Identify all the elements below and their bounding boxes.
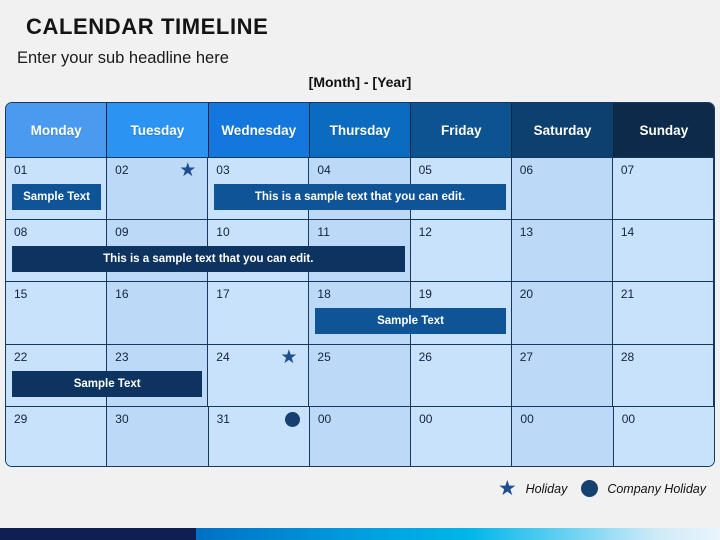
day-number: 08 [14,225,28,240]
star-icon: ★ [280,346,298,368]
day-number: 10 [216,225,230,240]
day-number: 20 [519,287,534,302]
day-cell[interactable]: 00 [512,406,614,466]
day-number: 21 [620,287,635,302]
day-cell[interactable]: 25 [309,344,411,406]
week-row: 15 16 17 18 19 20 21 Sample Text [6,281,714,344]
day-cell[interactable]: 27 [511,344,613,406]
day-number: 31 [216,411,230,426]
week-row: 22 23 24 ★ 25 26 27 28 Sample Text [6,343,714,406]
legend-item: Company Holiday [581,480,706,497]
day-number: 15 [14,287,28,302]
day-number: 28 [620,349,635,364]
day-cell[interactable]: 20 [511,282,613,344]
bottom-decorative-bar [0,528,720,540]
star-icon: ★ [179,160,197,181]
week-row: 01 02 ★ 03 04 05 06 07 Sample Text This is a samp… [6,157,714,220]
day-number: 13 [519,225,534,240]
day-cell[interactable]: 13 [511,220,613,282]
day-number: 18 [317,287,331,302]
period-label: [Month] - [Year] [308,74,412,90]
day-cell[interactable]: 14 [612,220,714,282]
calendar-grid: Monday Tuesday Wednesday Thursday Friday Satu… [5,102,715,467]
day-number: 01 [14,163,28,177]
weekday-header-monday[interactable]: Monday [6,103,108,157]
day-number: 07 [620,163,635,177]
day-number: 06 [519,163,534,177]
legend-item: ★ Holiday [498,478,568,499]
legend-label: Company Holiday [607,481,706,496]
page-title: CALENDAR TIMELINE [26,14,269,39]
day-cell[interactable]: 30 [107,406,209,466]
day-number: 19 [418,287,432,302]
star-icon: ★ [497,477,517,500]
day-number: 12 [418,225,432,240]
legend: ★ Holiday Company Holiday [498,478,706,499]
legend-label: Holiday [525,481,568,496]
day-cell[interactable]: 28 [612,344,714,406]
day-cell[interactable]: 00 [411,406,513,466]
circle-icon [581,480,599,497]
day-cell[interactable]: 29 [6,406,108,466]
weekday-header-wednesday[interactable]: Wednesday [208,103,310,157]
day-number: 00 [419,411,433,426]
day-number: 29 [14,411,28,426]
week-row: 29 30 31 00 00 00 00 [6,405,714,466]
weeks-container: 01 02 ★ 03 04 05 06 07 Sample Text This is a samp… [6,157,714,466]
day-cell[interactable]: 31 [208,406,310,466]
day-cell[interactable]: 07 [612,158,714,220]
event-bar[interactable]: Sample Text [12,370,203,397]
weekday-header-thursday[interactable]: Thursday [309,103,412,157]
day-number: 14 [620,225,635,240]
day-cell[interactable]: 12 [410,220,512,282]
day-number: 25 [317,349,331,364]
day-cell[interactable]: 26 [410,344,512,406]
event-bar[interactable]: Sample Text [315,308,506,335]
weekday-header-sunday[interactable]: Sunday [613,103,714,157]
day-number: 23 [115,349,129,364]
day-number: 09 [115,225,129,240]
day-number: 22 [14,349,28,364]
day-number: 00 [520,411,534,426]
bottom-bar-gradient-segment [196,528,720,540]
bottom-bar-left-segment [0,528,196,540]
day-number: 30 [115,411,129,426]
day-cell[interactable]: 17 [208,282,310,344]
weekday-header-friday[interactable]: Friday [411,103,513,157]
event-bar[interactable]: This is a sample text that you can edit. [214,184,506,210]
day-number: 24 [216,349,230,364]
day-cell[interactable]: 02 ★ [107,158,209,220]
page-subtitle: Enter your sub headline here [17,49,229,67]
circle-icon [284,411,300,427]
day-number: 00 [621,411,636,426]
day-cell[interactable]: 00 [613,406,714,466]
day-cell[interactable]: 15 [6,282,108,344]
event-bar[interactable]: Sample Text [12,184,102,210]
day-number: 26 [418,349,432,364]
day-cell[interactable]: 21 [612,282,714,344]
day-number: 17 [216,287,230,302]
day-number: 05 [418,163,432,177]
day-number: 11 [317,225,330,240]
weekday-header-saturday[interactable]: Saturday [512,103,614,157]
weekday-header-row: Monday Tuesday Wednesday Thursday Friday Satu… [6,103,714,157]
day-number: 02 [115,163,129,177]
week-row: 08 09 10 11 12 13 14 This is a sample text that… [6,219,714,282]
day-cell[interactable]: 06 [511,158,613,220]
event-bar[interactable]: This is a sample text that you can edit. [12,246,405,273]
day-number: 16 [115,287,129,302]
weekday-header-tuesday[interactable]: Tuesday [107,103,209,157]
day-number: 27 [519,349,534,364]
day-cell[interactable]: 00 [309,406,412,466]
day-cell[interactable]: 16 [107,282,209,344]
day-number: 03 [216,163,230,177]
day-cell[interactable]: 24 ★ [208,344,310,406]
day-number: 00 [317,411,332,426]
day-number: 04 [317,163,331,177]
